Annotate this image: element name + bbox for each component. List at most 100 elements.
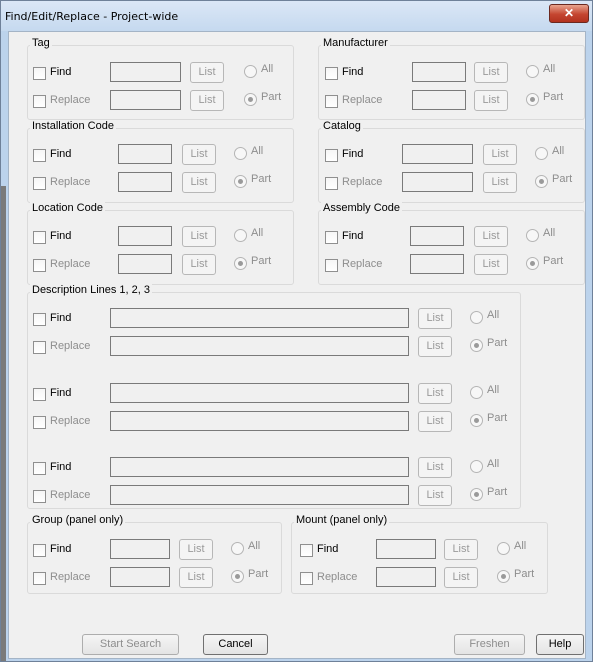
description-line-1-replace-input[interactable] (110, 336, 409, 356)
installation-code-find-checkbox[interactable] (33, 149, 46, 162)
group-panel-find-list-button[interactable]: List (179, 539, 213, 560)
location-code-find-list-button[interactable]: List (182, 226, 216, 247)
installation-code-replace-list-button[interactable]: List (182, 172, 216, 193)
assembly-code-all-radio[interactable] (526, 229, 539, 242)
manufacturer-find-checkbox[interactable] (325, 67, 338, 80)
group-panel-find-checkbox[interactable] (33, 544, 46, 557)
installation-code-group-title: Installation Code (30, 120, 116, 132)
description-line-1-find-label: Find (50, 312, 72, 324)
description-line-3-all-radio[interactable] (470, 460, 483, 473)
description-line-1-replace-list-button[interactable]: List (418, 336, 452, 357)
assembly-code-replace-checkbox[interactable] (325, 259, 338, 272)
location-code-find-input[interactable] (118, 226, 172, 246)
location-code-find-checkbox[interactable] (33, 231, 46, 244)
assembly-code-find-checkbox[interactable] (325, 231, 338, 244)
assembly-code-part-radio[interactable] (526, 257, 539, 270)
close-button[interactable]: ✕ (549, 4, 589, 23)
group-panel-replace-label: Replace (50, 571, 91, 583)
installation-code-replace-checkbox[interactable] (33, 177, 46, 190)
description-line-1-replace-checkbox[interactable] (33, 341, 46, 354)
tag-all-radio[interactable] (244, 65, 257, 78)
catalog-replace-checkbox[interactable] (325, 177, 338, 190)
description-line-3-replace-label: Replace (50, 489, 91, 501)
tag-find-checkbox[interactable] (33, 67, 46, 80)
mount-panel-find-list-button[interactable]: List (444, 539, 478, 560)
description-line-3-part-radio[interactable] (470, 488, 483, 501)
location-code-part-radio[interactable] (234, 257, 247, 270)
manufacturer-replace-list-button[interactable]: List (474, 90, 508, 111)
mount-panel-replace-list-button[interactable]: List (444, 567, 478, 588)
catalog-find-input[interactable] (402, 144, 473, 164)
description-line-2-find-label: Find (50, 387, 72, 399)
installation-code-find-list-button[interactable]: List (182, 144, 216, 165)
location-code-replace-input[interactable] (118, 254, 172, 274)
assembly-code-find-list-button[interactable]: List (474, 226, 508, 247)
installation-code-replace-input[interactable] (118, 172, 172, 192)
start-search-button[interactable]: Start Search (82, 634, 179, 655)
tag-replace-label: Replace (50, 94, 91, 106)
group-panel-replace-list-button[interactable]: List (179, 567, 213, 588)
description-line-1-find-list-button[interactable]: List (418, 308, 452, 329)
description-line-3-find-checkbox[interactable] (33, 462, 46, 475)
group-panel-find-input[interactable] (110, 539, 170, 559)
mount-panel-all-radio[interactable] (497, 542, 510, 555)
assembly-code-replace-list-button[interactable]: List (474, 254, 508, 275)
description-line-1-find-input[interactable] (110, 308, 409, 328)
manufacturer-find-list-button[interactable]: List (474, 62, 508, 83)
description-line-1-find-checkbox[interactable] (33, 313, 46, 326)
description-line-2-find-checkbox[interactable] (33, 388, 46, 401)
description-line-3-find-input[interactable] (110, 457, 409, 477)
group-panel-replace-checkbox[interactable] (33, 572, 46, 585)
freshen-button[interactable]: Freshen (454, 634, 525, 655)
group-panel-replace-input[interactable] (110, 567, 170, 587)
description-line-2-replace-input[interactable] (110, 411, 409, 431)
installation-code-all-radio[interactable] (234, 147, 247, 160)
cancel-button[interactable]: Cancel (203, 634, 268, 655)
catalog-find-checkbox[interactable] (325, 149, 338, 162)
manufacturer-replace-checkbox[interactable] (325, 95, 338, 108)
description-line-2-find-input[interactable] (110, 383, 409, 403)
manufacturer-part-radio[interactable] (526, 93, 539, 106)
tag-replace-list-button[interactable]: List (190, 90, 224, 111)
location-code-replace-checkbox[interactable] (33, 259, 46, 272)
assembly-code-find-input[interactable] (410, 226, 464, 246)
mount-panel-replace-input[interactable] (376, 567, 436, 587)
installation-code-find-input[interactable] (118, 144, 172, 164)
mount-panel-replace-checkbox[interactable] (300, 572, 313, 585)
catalog-all-radio[interactable] (535, 147, 548, 160)
description-line-1-all-radio[interactable] (470, 311, 483, 324)
catalog-replace-list-button[interactable]: List (483, 172, 517, 193)
manufacturer-find-input[interactable] (412, 62, 466, 82)
description-line-3-find-list-button[interactable]: List (418, 457, 452, 478)
tag-find-input[interactable] (110, 62, 181, 82)
tag-replace-checkbox[interactable] (33, 95, 46, 108)
location-code-all-radio[interactable] (234, 229, 247, 242)
assembly-code-replace-input[interactable] (410, 254, 464, 274)
description-line-2-find-list-button[interactable]: List (418, 383, 452, 404)
help-button[interactable]: Help (536, 634, 584, 655)
description-line-3-replace-input[interactable] (110, 485, 409, 505)
catalog-find-list-button[interactable]: List (483, 144, 517, 165)
description-line-3-replace-checkbox[interactable] (33, 490, 46, 503)
tag-part-radio[interactable] (244, 93, 257, 106)
installation-code-part-radio[interactable] (234, 175, 247, 188)
tag-find-list-button[interactable]: List (190, 62, 224, 83)
manufacturer-replace-input[interactable] (412, 90, 466, 110)
description-line-1-part-radio[interactable] (470, 339, 483, 352)
manufacturer-all-radio[interactable] (526, 65, 539, 78)
description-line-2-part-radio[interactable] (470, 414, 483, 427)
description-line-2-replace-list-button[interactable]: List (418, 411, 452, 432)
description-line-3-replace-list-button[interactable]: List (418, 485, 452, 506)
description-line-2-all-radio[interactable] (470, 386, 483, 399)
location-code-replace-list-button[interactable]: List (182, 254, 216, 275)
mount-panel-find-input[interactable] (376, 539, 436, 559)
group-panel-part-radio[interactable] (231, 570, 244, 583)
catalog-part-radio[interactable] (535, 175, 548, 188)
tag-replace-input[interactable] (110, 90, 181, 110)
mount-panel-find-checkbox[interactable] (300, 544, 313, 557)
mount-panel-part-radio[interactable] (497, 570, 510, 583)
catalog-replace-input[interactable] (402, 172, 473, 192)
group-panel-all-radio[interactable] (231, 542, 244, 555)
title-bar[interactable]: Find/Edit/Replace - Project-wide ✕ (1, 1, 592, 31)
description-line-2-replace-checkbox[interactable] (33, 416, 46, 429)
